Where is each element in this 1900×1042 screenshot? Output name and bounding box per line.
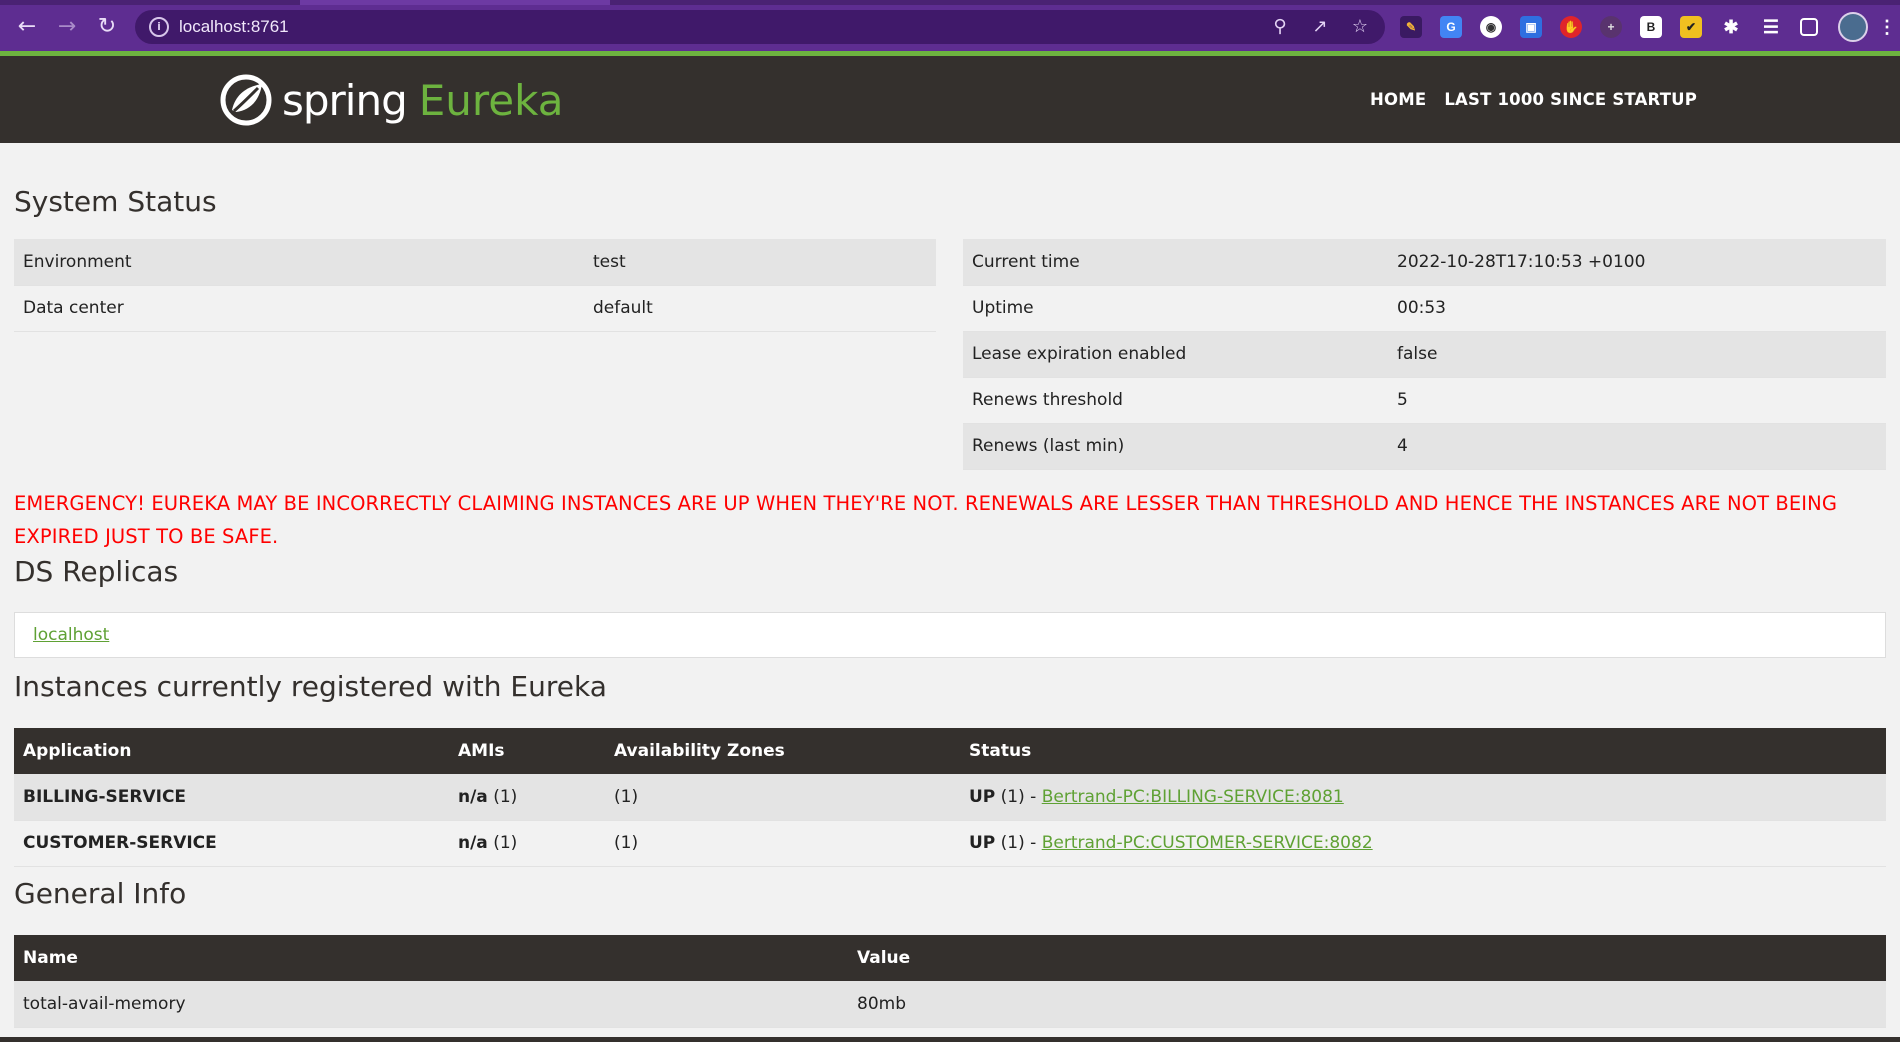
info-value: 80mb (848, 981, 1886, 1028)
status-key: Current time (963, 239, 1388, 286)
tab-strip-edge (300, 0, 610, 5)
extensions-puzzle-icon[interactable]: ✱ (1720, 16, 1742, 38)
general-info-heading: General Info (14, 877, 187, 910)
status-key: Lease expiration enabled (963, 331, 1388, 378)
column-header: Name (14, 935, 848, 981)
instances-heading: Instances currently registered with Eure… (14, 670, 607, 703)
nav-links: HOME LAST 1000 SINCE STARTUP (1370, 56, 1715, 143)
side-panel-icon[interactable] (1800, 18, 1818, 36)
table-row: Environment test (14, 239, 936, 286)
b-extension-icon[interactable]: B (1640, 16, 1662, 38)
table-row: Uptime 00:53 (963, 285, 1886, 332)
column-header: Availability Zones (605, 728, 960, 774)
column-header: AMIs (449, 728, 605, 774)
column-header: Application (14, 728, 449, 774)
application-name: BILLING-SERVICE (14, 774, 449, 821)
application-name: CUSTOMER-SERVICE (14, 820, 449, 867)
browser-toolbar: ← → ↻ i localhost:8761 ⚲ ↗ ☆ ✎ G ◉ ▣ ✋ +… (0, 0, 1900, 53)
bookmark-star-icon[interactable]: ☆ (1347, 14, 1373, 40)
status-key: Renews threshold (963, 377, 1388, 424)
table-row: Renews (last min) 4 (963, 423, 1886, 470)
instance-link[interactable]: Bertrand-PC:CUSTOMER-SERVICE:8082 (1042, 833, 1373, 853)
profile-avatar[interactable] (1838, 12, 1868, 42)
column-header: Value (848, 935, 1886, 981)
nav-home-link[interactable]: HOME (1370, 90, 1426, 109)
status-value: 4 (1388, 423, 1886, 470)
spring-eureka-logo[interactable]: spring Eureka (220, 72, 563, 128)
table-header-row: Name Value (14, 935, 1886, 981)
amis-cell: n/a (1) (449, 820, 605, 867)
table-row: BILLING-SERVICE n/a (1) (1) UP (1) - Ber… (14, 774, 1886, 821)
system-status-right-table: Current time 2022-10-28T17:10:53 +0100 U… (963, 239, 1886, 470)
bottom-bar (0, 1037, 1900, 1042)
address-bar[interactable]: i localhost:8761 ⚲ ↗ ☆ (135, 10, 1385, 44)
back-arrow-icon[interactable]: ← (12, 12, 42, 42)
status-value: test (584, 239, 936, 286)
spring-leaf-icon (220, 74, 272, 126)
status-cell: UP (1) - Bertrand-PC:CUSTOMER-SERVICE:80… (960, 820, 1886, 867)
table-row: total-avail-memory 80mb (14, 981, 1886, 1028)
table-row: CUSTOMER-SERVICE n/a (1) (1) UP (1) - Be… (14, 820, 1886, 867)
instance-link[interactable]: Bertrand-PC:BILLING-SERVICE:8081 (1042, 787, 1344, 807)
zoom-icon[interactable]: ⚲ (1267, 14, 1293, 40)
status-key: Environment (14, 239, 584, 286)
eureka-navbar: spring Eureka HOME LAST 1000 SINCE START… (0, 56, 1900, 143)
screen-capture-extension-icon[interactable]: ▣ (1520, 16, 1542, 38)
media-control-icon[interactable]: ☰ (1760, 16, 1782, 38)
brand-spring: spring (282, 75, 408, 125)
table-row: Renews threshold 5 (963, 377, 1886, 424)
table-row: Current time 2022-10-28T17:10:53 +0100 (963, 239, 1886, 286)
replica-link[interactable]: localhost (33, 613, 109, 657)
menu-kebab-icon[interactable]: ⋮ (1876, 16, 1898, 38)
zones-cell: (1) (605, 820, 960, 867)
table-row: Lease expiration enabled false (963, 331, 1886, 378)
color-extension-icon[interactable]: ✔ (1680, 16, 1702, 38)
column-header: Status (960, 728, 1886, 774)
brand-eureka: Eureka (418, 75, 564, 125)
status-value: false (1388, 331, 1886, 378)
extension-circle-icon[interactable]: ◉ (1480, 16, 1502, 38)
tab-strip (0, 0, 1900, 5)
status-key: Uptime (963, 285, 1388, 332)
ds-replicas-heading: DS Replicas (14, 555, 179, 588)
status-cell: UP (1) - Bertrand-PC:BILLING-SERVICE:808… (960, 774, 1886, 821)
nav-last-1000-link[interactable]: LAST 1000 SINCE STARTUP (1444, 90, 1697, 109)
table-row: Data center default (14, 285, 936, 332)
emergency-warning: EMERGENCY! EUREKA MAY BE INCORRECTLY CLA… (14, 492, 1838, 548)
ds-replicas-list: localhost (14, 612, 1886, 658)
status-key: Renews (last min) (963, 423, 1388, 470)
forward-arrow-icon[interactable]: → (52, 12, 82, 42)
status-key: Data center (14, 285, 584, 332)
plus-extension-icon[interactable]: + (1600, 16, 1622, 38)
translate-extension-icon[interactable]: G (1440, 16, 1462, 38)
share-icon[interactable]: ↗ (1307, 14, 1333, 40)
status-value: default (584, 285, 936, 332)
system-status-left-table: Environment test Data center default (14, 239, 936, 332)
table-header-row: Application AMIs Availability Zones Stat… (14, 728, 1886, 774)
amis-cell: n/a (1) (449, 774, 605, 821)
site-info-icon[interactable]: i (149, 17, 169, 37)
status-value: 5 (1388, 377, 1886, 424)
zones-cell: (1) (605, 774, 960, 821)
url-text[interactable]: localhost:8761 (179, 10, 289, 44)
status-value: 2022-10-28T17:10:53 +0100 (1388, 239, 1886, 286)
reload-icon[interactable]: ↻ (92, 12, 122, 42)
info-name: total-avail-memory (14, 981, 848, 1028)
instances-table: Application AMIs Availability Zones Stat… (14, 728, 1886, 867)
pen-extension-icon[interactable]: ✎ (1400, 16, 1422, 38)
status-value: 00:53 (1388, 285, 1886, 332)
adblock-extension-icon[interactable]: ✋ (1560, 16, 1582, 38)
system-status-heading: System Status (14, 185, 217, 218)
general-info-table: Name Value total-avail-memory 80mb (14, 935, 1886, 1028)
